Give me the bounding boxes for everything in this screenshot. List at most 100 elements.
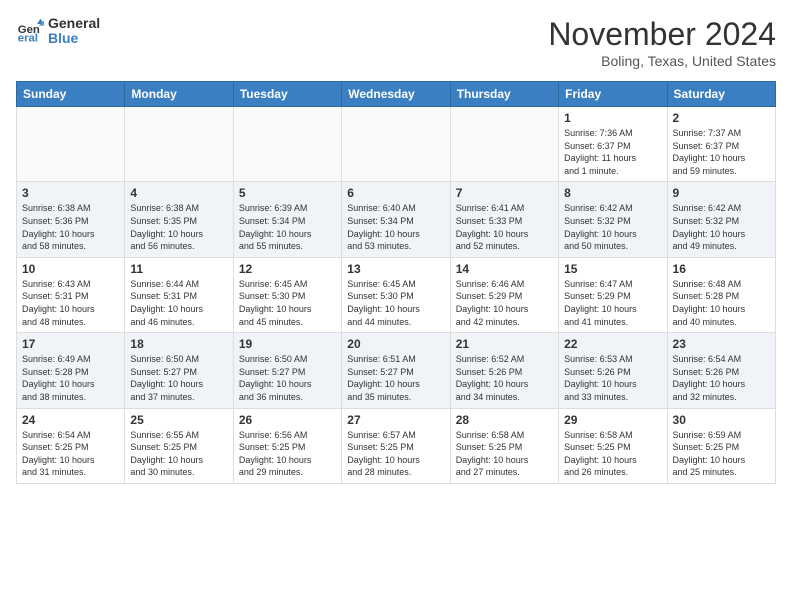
day-number: 1: [564, 111, 661, 125]
day-number: 28: [456, 413, 553, 427]
calendar-day-cell: 19Sunrise: 6:50 AM Sunset: 5:27 PM Dayli…: [233, 333, 341, 408]
calendar-day-cell: 29 Sunrise: 6:58 AM Sunset: 5:25 PM Dayli…: [559, 408, 667, 483]
calendar-day-cell: 27 Sunrise: 6:57 AM Sunset: 5:25 PM Dayli…: [342, 408, 450, 483]
calendar-day-cell: [342, 107, 450, 182]
calendar-day-cell: 1 Sunrise: 7:36 AM Sunset: 6:37 PM Daylig…: [559, 107, 667, 182]
calendar-day-cell: 3Sunrise: 6:38 AM Sunset: 5:36 PM Daylig…: [17, 182, 125, 257]
calendar-day-cell: 15 Sunrise: 6:47 AM Sunset: 5:29 PM Dayli…: [559, 257, 667, 332]
calendar-day-cell: 2 Sunrise: 7:37 AM Sunset: 6:37 PM Daylig…: [667, 107, 775, 182]
day-info: Sunrise: 6:52 AM Sunset: 5:26 PM Dayligh…: [456, 353, 553, 403]
day-number: 19: [239, 337, 336, 351]
calendar-day-cell: 14Sunrise: 6:46 AM Sunset: 5:29 PM Dayli…: [450, 257, 558, 332]
day-number: 2: [673, 111, 770, 125]
calendar-day-cell: 8Sunrise: 6:42 AM Sunset: 5:32 PM Daylig…: [559, 182, 667, 257]
day-info: Sunrise: 6:41 AM Sunset: 5:33 PM Dayligh…: [456, 202, 553, 252]
calendar-day-cell: 21 Sunrise: 6:52 AM Sunset: 5:26 PM Dayli…: [450, 333, 558, 408]
logo-general-text: General: [48, 16, 100, 31]
day-number: 14: [456, 262, 553, 276]
day-number: 18: [130, 337, 227, 351]
calendar-day-cell: 22 Sunrise: 6:53 AM Sunset: 5:26 PM Dayli…: [559, 333, 667, 408]
day-info: Sunrise: 6:40 AM Sunset: 5:34 PM Dayligh…: [347, 202, 444, 252]
day-number: 27: [347, 413, 444, 427]
day-info: Sunrise: 6:54 AM Sunset: 5:26 PM Dayligh…: [673, 353, 770, 403]
calendar-day-cell: [233, 107, 341, 182]
day-info: Sunrise: 6:49 AM Sunset: 5:28 PM Dayligh…: [22, 353, 119, 403]
day-number: 20: [347, 337, 444, 351]
calendar-day-cell: 4 Sunrise: 6:38 AM Sunset: 5:35 PM Daylig…: [125, 182, 233, 257]
day-info: Sunrise: 6:58 AM Sunset: 5:25 PM Dayligh…: [564, 429, 661, 479]
day-number: 6: [347, 186, 444, 200]
calendar-day-cell: 20 Sunrise: 6:51 AM Sunset: 5:27 PM Dayli…: [342, 333, 450, 408]
logo: Gen eral General Blue: [16, 16, 100, 47]
calendar-table: SundayMondayTuesdayWednesdayThursdayFrid…: [16, 81, 776, 484]
day-info: Sunrise: 6:38 AM Sunset: 5:35 PM Dayligh…: [130, 202, 227, 252]
day-info: Sunrise: 6:58 AM Sunset: 5:25 PM Dayligh…: [456, 429, 553, 479]
day-number: 24: [22, 413, 119, 427]
calendar-day-cell: 7 Sunrise: 6:41 AM Sunset: 5:33 PM Daylig…: [450, 182, 558, 257]
day-info: Sunrise: 6:39 AM Sunset: 5:34 PM Dayligh…: [239, 202, 336, 252]
weekday-header-saturday: Saturday: [667, 82, 775, 107]
day-info: Sunrise: 6:53 AM Sunset: 5:26 PM Dayligh…: [564, 353, 661, 403]
page-header: Gen eral General Blue November 2024 Boli…: [16, 16, 776, 69]
day-info: Sunrise: 6:59 AM Sunset: 5:25 PM Dayligh…: [673, 429, 770, 479]
calendar-day-cell: 6 Sunrise: 6:40 AM Sunset: 5:34 PM Daylig…: [342, 182, 450, 257]
day-number: 25: [130, 413, 227, 427]
day-number: 21: [456, 337, 553, 351]
calendar-day-cell: 26 Sunrise: 6:56 AM Sunset: 5:25 PM Dayli…: [233, 408, 341, 483]
day-number: 13: [347, 262, 444, 276]
day-number: 12: [239, 262, 336, 276]
day-number: 4: [130, 186, 227, 200]
calendar-day-cell: [450, 107, 558, 182]
day-info: Sunrise: 6:47 AM Sunset: 5:29 PM Dayligh…: [564, 278, 661, 328]
month-title: November 2024: [548, 16, 776, 53]
calendar-day-cell: 12 Sunrise: 6:45 AM Sunset: 5:30 PM Dayli…: [233, 257, 341, 332]
day-number: 7: [456, 186, 553, 200]
calendar-day-cell: 23 Sunrise: 6:54 AM Sunset: 5:26 PM Dayli…: [667, 333, 775, 408]
weekday-header-wednesday: Wednesday: [342, 82, 450, 107]
day-info: Sunrise: 6:44 AM Sunset: 5:31 PM Dayligh…: [130, 278, 227, 328]
day-info: Sunrise: 6:57 AM Sunset: 5:25 PM Dayligh…: [347, 429, 444, 479]
day-info: Sunrise: 6:48 AM Sunset: 5:28 PM Dayligh…: [673, 278, 770, 328]
location-text: Boling, Texas, United States: [548, 53, 776, 69]
calendar-day-cell: 16Sunrise: 6:48 AM Sunset: 5:28 PM Dayli…: [667, 257, 775, 332]
day-number: 9: [673, 186, 770, 200]
day-info: Sunrise: 6:43 AM Sunset: 5:31 PM Dayligh…: [22, 278, 119, 328]
day-number: 10: [22, 262, 119, 276]
day-info: Sunrise: 6:42 AM Sunset: 5:32 PM Dayligh…: [673, 202, 770, 252]
weekday-header-friday: Friday: [559, 82, 667, 107]
weekday-header-thursday: Thursday: [450, 82, 558, 107]
day-info: Sunrise: 6:45 AM Sunset: 5:30 PM Dayligh…: [239, 278, 336, 328]
calendar-day-cell: 18Sunrise: 6:50 AM Sunset: 5:27 PM Dayli…: [125, 333, 233, 408]
calendar-week-row: 10 Sunrise: 6:43 AM Sunset: 5:31 PM Dayli…: [17, 257, 776, 332]
day-number: 15: [564, 262, 661, 276]
calendar-day-cell: 30 Sunrise: 6:59 AM Sunset: 5:25 PM Dayli…: [667, 408, 775, 483]
calendar-week-row: 3Sunrise: 6:38 AM Sunset: 5:36 PM Daylig…: [17, 182, 776, 257]
calendar-day-cell: [17, 107, 125, 182]
day-number: 11: [130, 262, 227, 276]
calendar-day-cell: 5Sunrise: 6:39 AM Sunset: 5:34 PM Daylig…: [233, 182, 341, 257]
weekday-header-sunday: Sunday: [17, 82, 125, 107]
day-number: 23: [673, 337, 770, 351]
calendar-day-cell: 9 Sunrise: 6:42 AM Sunset: 5:32 PM Daylig…: [667, 182, 775, 257]
calendar-day-cell: 13 Sunrise: 6:45 AM Sunset: 5:30 PM Dayli…: [342, 257, 450, 332]
day-info: Sunrise: 7:36 AM Sunset: 6:37 PM Dayligh…: [564, 127, 661, 177]
calendar-day-cell: 25Sunrise: 6:55 AM Sunset: 5:25 PM Dayli…: [125, 408, 233, 483]
calendar-week-row: 24 Sunrise: 6:54 AM Sunset: 5:25 PM Dayli…: [17, 408, 776, 483]
day-info: Sunrise: 6:38 AM Sunset: 5:36 PM Dayligh…: [22, 202, 119, 252]
day-number: 29: [564, 413, 661, 427]
weekday-header-tuesday: Tuesday: [233, 82, 341, 107]
day-info: Sunrise: 6:45 AM Sunset: 5:30 PM Dayligh…: [347, 278, 444, 328]
day-info: Sunrise: 6:54 AM Sunset: 5:25 PM Dayligh…: [22, 429, 119, 479]
day-info: Sunrise: 6:51 AM Sunset: 5:27 PM Dayligh…: [347, 353, 444, 403]
day-number: 26: [239, 413, 336, 427]
day-number: 22: [564, 337, 661, 351]
weekday-header-row: SundayMondayTuesdayWednesdayThursdayFrid…: [17, 82, 776, 107]
calendar-week-row: 1 Sunrise: 7:36 AM Sunset: 6:37 PM Daylig…: [17, 107, 776, 182]
calendar-day-cell: 24 Sunrise: 6:54 AM Sunset: 5:25 PM Dayli…: [17, 408, 125, 483]
calendar-day-cell: [125, 107, 233, 182]
day-info: Sunrise: 6:56 AM Sunset: 5:25 PM Dayligh…: [239, 429, 336, 479]
weekday-header-monday: Monday: [125, 82, 233, 107]
day-number: 30: [673, 413, 770, 427]
day-info: Sunrise: 7:37 AM Sunset: 6:37 PM Dayligh…: [673, 127, 770, 177]
calendar-day-cell: 17Sunrise: 6:49 AM Sunset: 5:28 PM Dayli…: [17, 333, 125, 408]
